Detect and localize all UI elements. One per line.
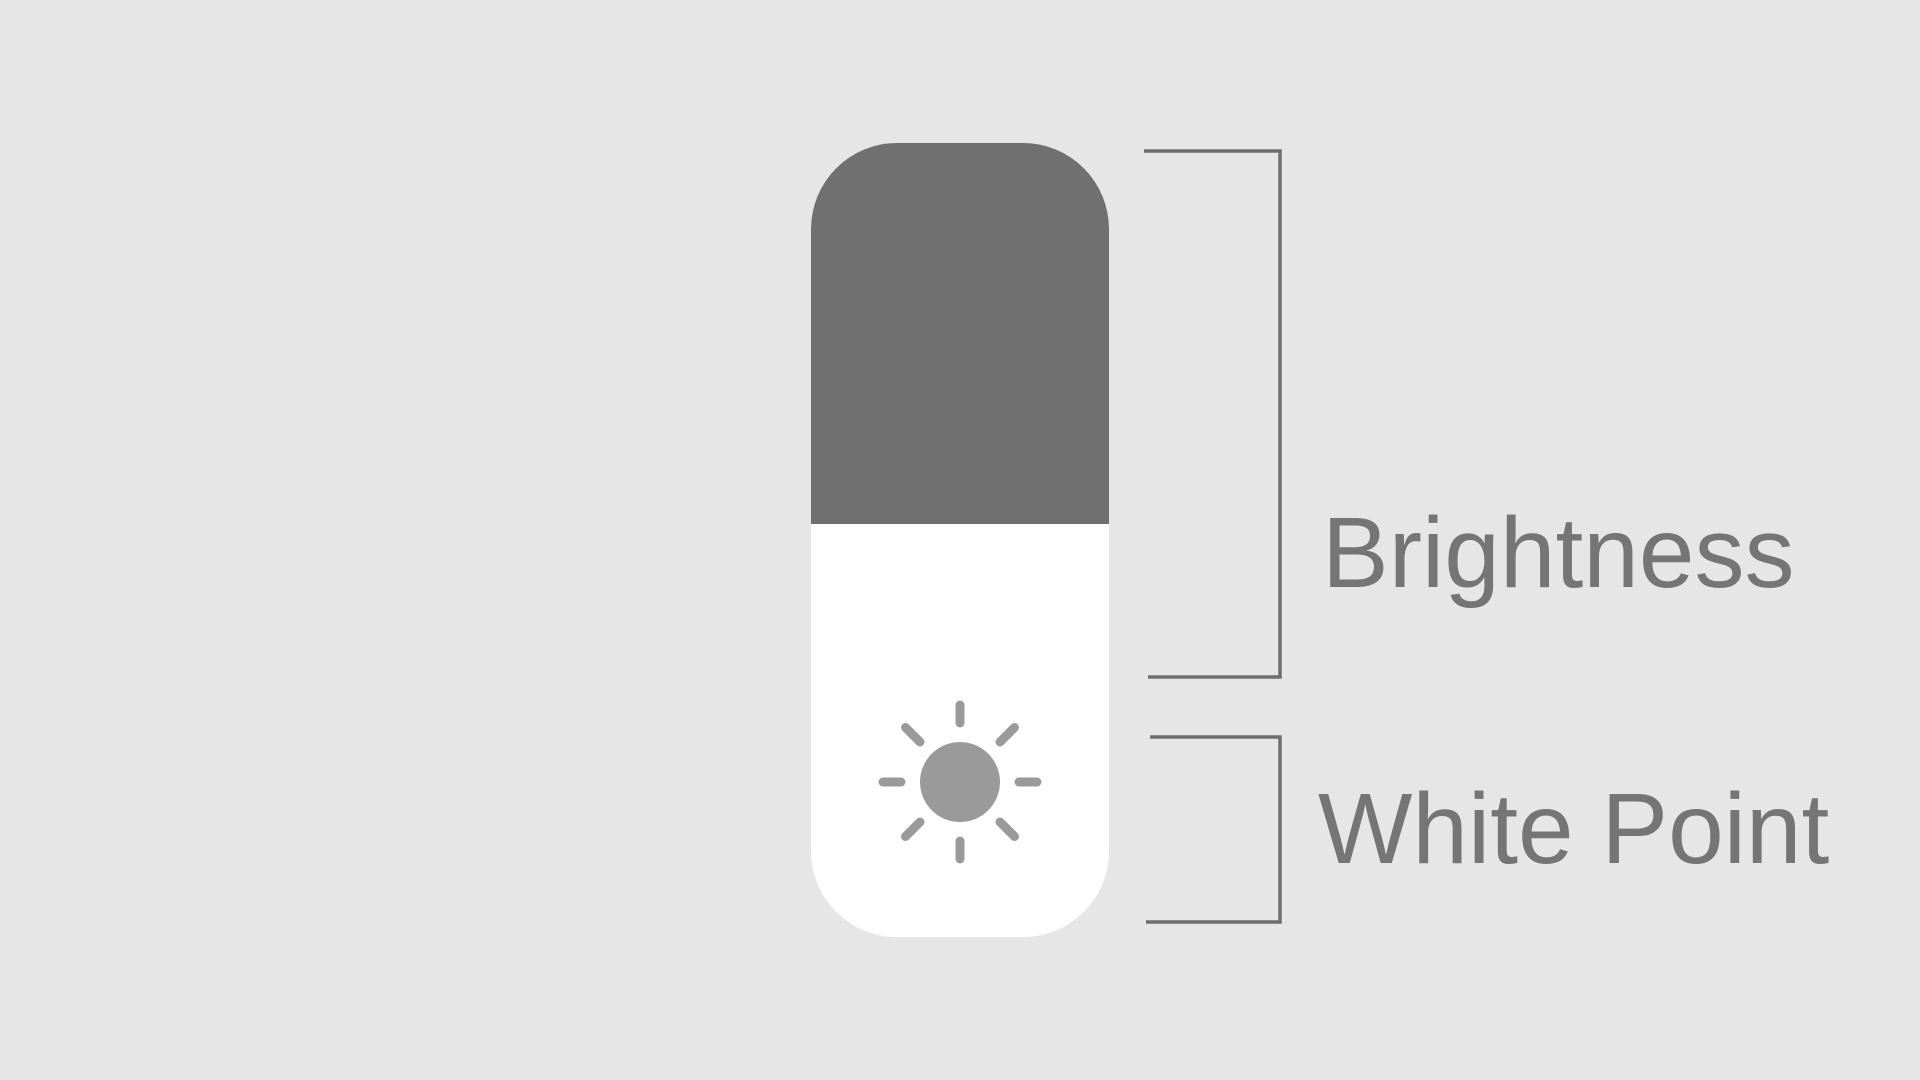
white-point-label: White Point	[1318, 773, 1830, 885]
sun-ray-bottom-left	[901, 817, 925, 841]
sun-ray-top-left	[901, 723, 925, 747]
sun-ray-bottom-right	[995, 817, 1019, 841]
brightness-slider[interactable]	[811, 143, 1109, 937]
diagram-stage: Brightness White Point	[0, 0, 1920, 1080]
sun-core	[920, 742, 1000, 822]
brightness-bracket	[1144, 149, 1282, 679]
sun-ray-top-right	[995, 723, 1019, 747]
white-point-bracket	[1146, 735, 1282, 924]
slider-track	[811, 143, 1109, 524]
sun-icon	[878, 700, 1042, 864]
brightness-label: Brightness	[1322, 497, 1795, 609]
